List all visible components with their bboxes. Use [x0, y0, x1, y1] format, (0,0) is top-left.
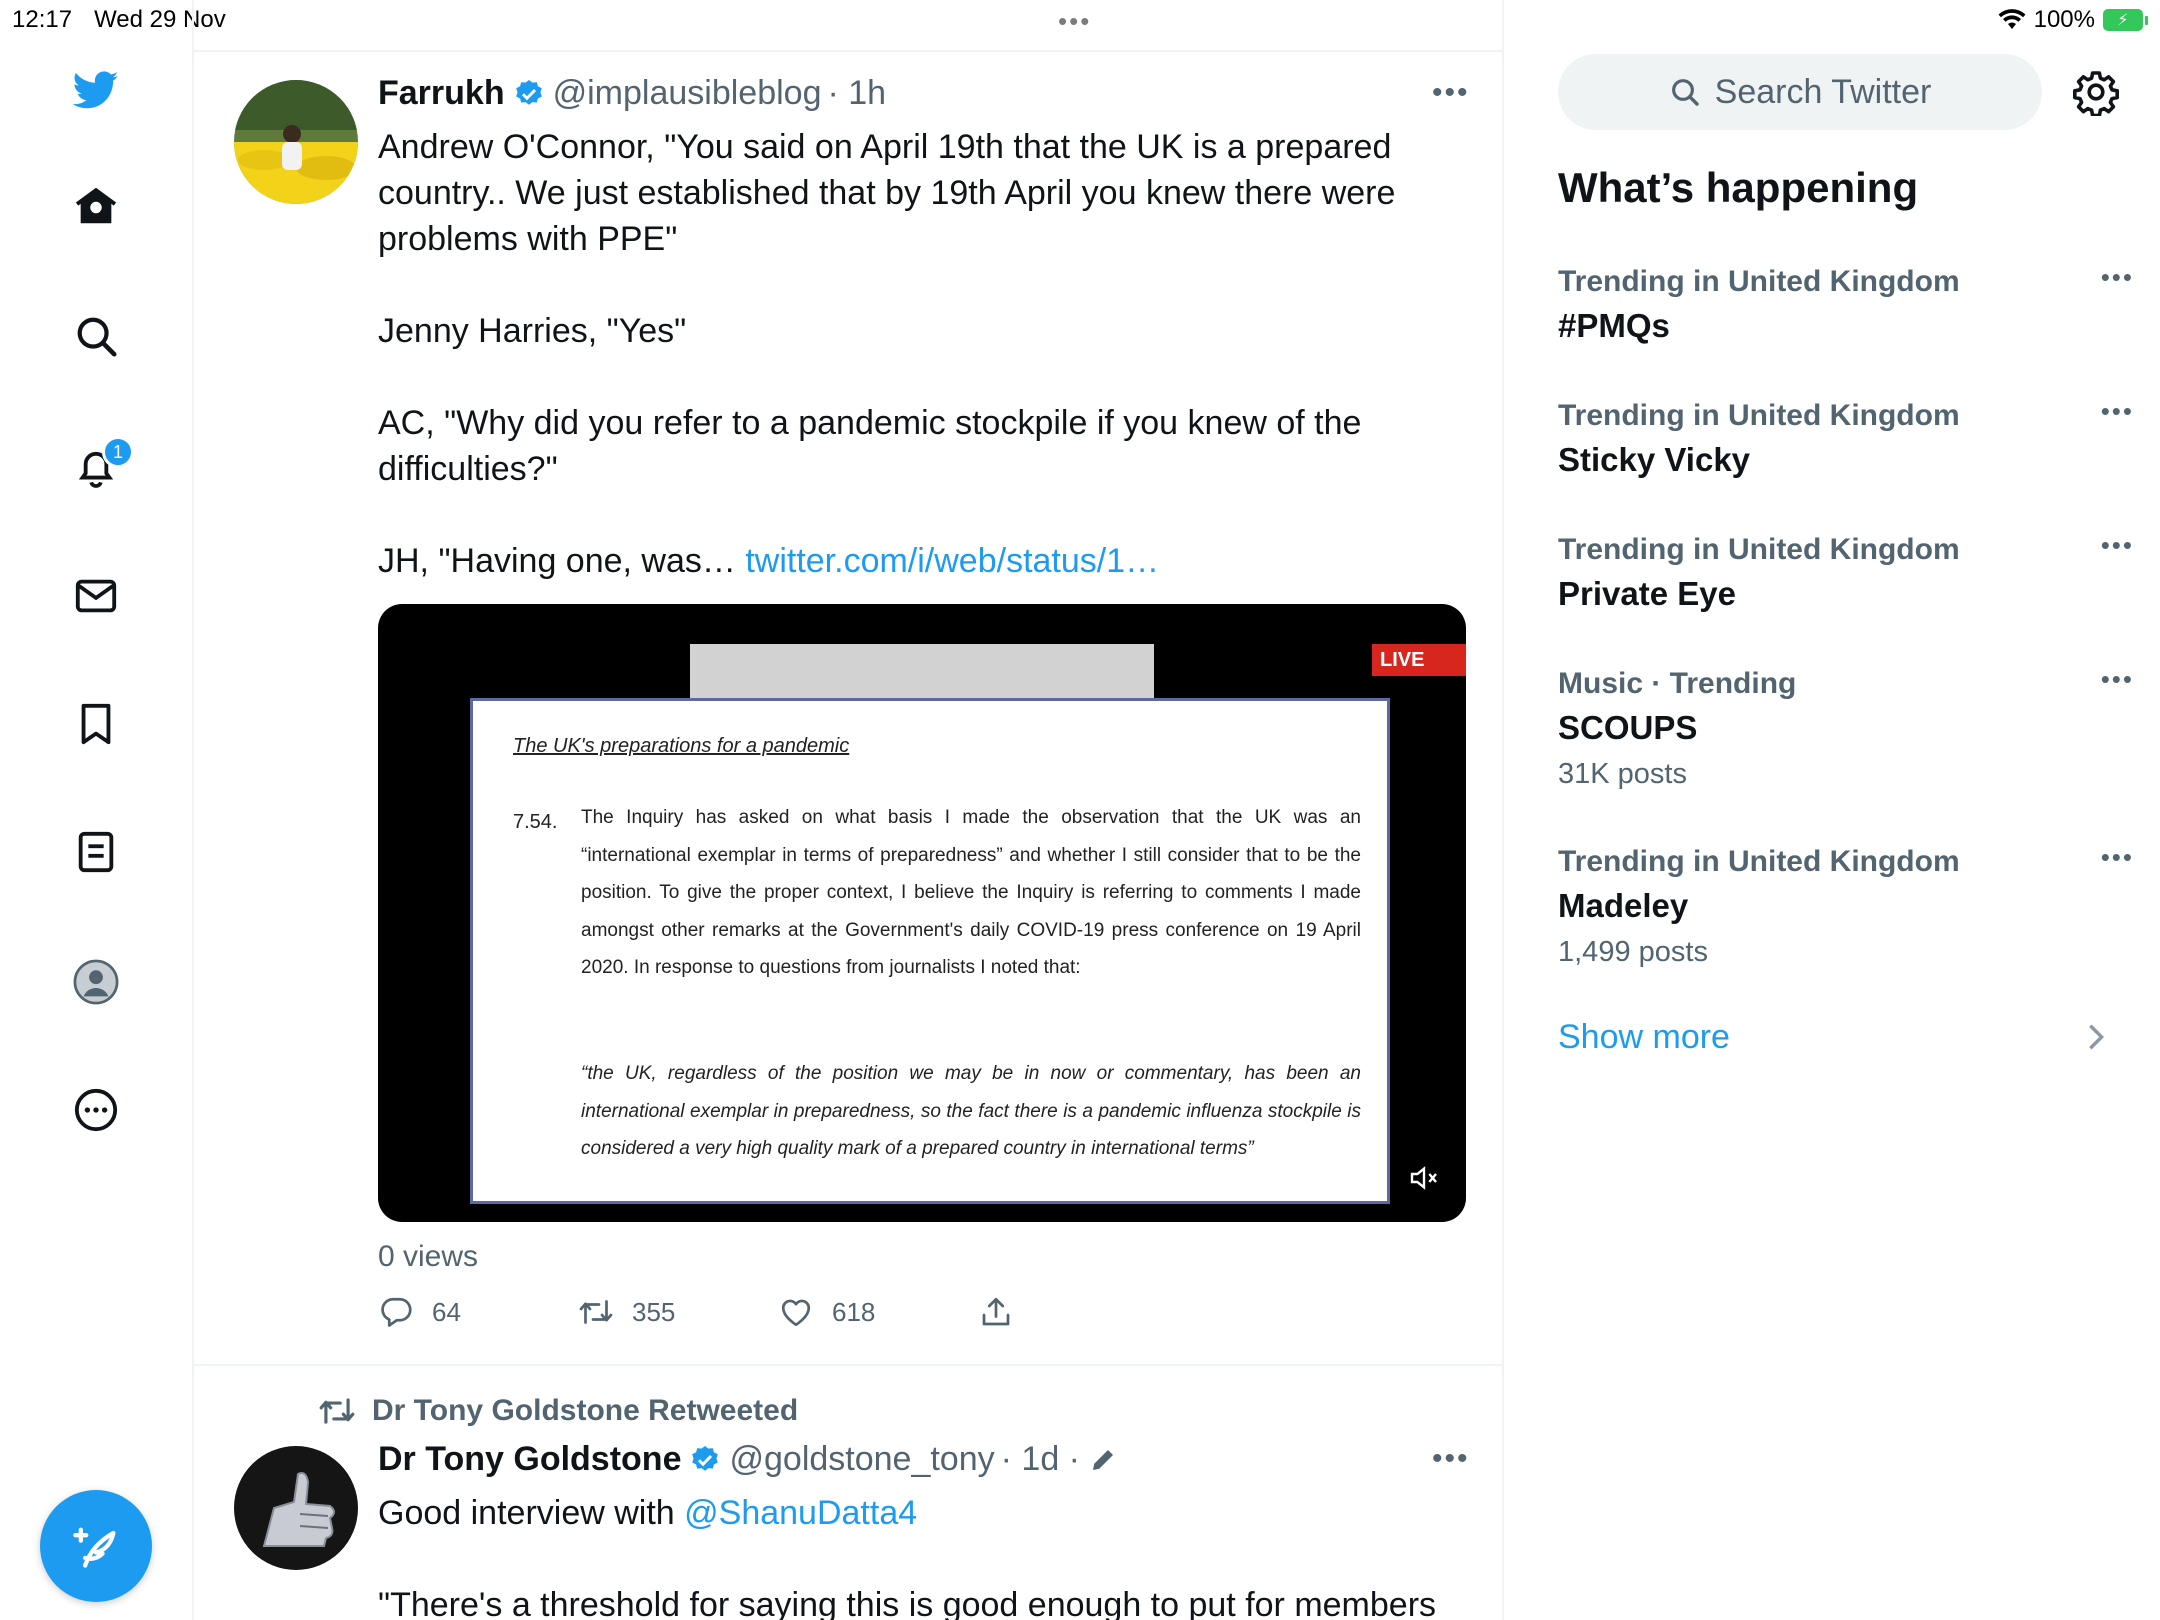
lists-icon[interactable] [66, 822, 126, 882]
trend-post-count: 31K posts [1558, 758, 1687, 790]
verified-badge-icon [515, 79, 542, 105]
explore-search-icon[interactable] [66, 306, 126, 366]
chevron-right-icon[interactable] [2084, 1022, 2108, 1052]
bookmark-icon[interactable] [66, 694, 126, 754]
trend-context: Trending in United Kingdom [1558, 845, 1960, 878]
compose-tweet-button[interactable] [40, 1490, 152, 1602]
tweet-timestamp[interactable]: · 1d · [1001, 1440, 1080, 1479]
document-heading: The UK's preparations for a pandemic [513, 735, 850, 757]
author-handle[interactable]: @implausibleblog [553, 74, 822, 113]
notification-count-badge: 1 [102, 436, 134, 468]
verified-badge-icon [692, 1445, 719, 1471]
battery-icon: ⚡ [2103, 9, 2148, 31]
trend-context: Trending in United Kingdom [1558, 533, 1960, 566]
notifications-bell-icon[interactable]: 1 [66, 436, 134, 498]
profile-avatar-icon[interactable] [66, 952, 126, 1012]
battery-percent: 100% [2033, 6, 2095, 33]
search-icon [1671, 79, 1699, 106]
tweet-text-continued: "There's a threshold for saying this is … [378, 1586, 1437, 1620]
trend-name: Private Eye [1558, 575, 1736, 612]
document-paragraph-number: 7.54. [513, 811, 558, 833]
retweeted-by-label: Dr Tony Goldstone Retweeted [372, 1394, 799, 1427]
right-sidebar: Search Twitter What’s happening Trending… [1504, 40, 2160, 1620]
like-button[interactable]: 618 [778, 1294, 875, 1330]
author-avatar[interactable] [234, 1446, 358, 1570]
trend-context: Music · Trending [1558, 667, 1797, 700]
author-name[interactable]: Farrukh [378, 74, 505, 113]
compose-feather-icon [73, 1527, 116, 1568]
home-icon[interactable] [66, 176, 126, 236]
trend-name: Madeley [1558, 887, 1689, 924]
tweet-divider [194, 1364, 1502, 1366]
trend-item[interactable]: Trending in United Kingdom #PMQs ••• [1558, 262, 2132, 350]
status-time: 12:17 [12, 6, 73, 33]
retweet-icon [579, 1300, 613, 1324]
tweet-link[interactable]: twitter.com/i/web/status/1… [745, 542, 1159, 580]
retweet-count: 355 [632, 1296, 676, 1327]
trend-post-count: 1,499 posts [1558, 936, 1708, 968]
trend-more-icon[interactable]: ••• [2101, 842, 2134, 873]
tweet-more-options-icon[interactable]: ••• [1432, 1442, 1470, 1476]
search-placeholder: Search Twitter [1714, 72, 1932, 111]
tweet-timestamp[interactable]: · 1h [827, 74, 886, 113]
view-count: 0 views [378, 1240, 479, 1273]
wifi-icon [1998, 9, 2026, 29]
document-quote: “the UK, regardless of the position we m… [581, 1063, 1361, 1159]
heart-icon [781, 1299, 811, 1327]
trend-context: Trending in United Kingdom [1558, 265, 1960, 298]
document-tab [690, 644, 1154, 704]
like-count: 618 [832, 1296, 876, 1327]
live-badge: LIVE [1372, 644, 1466, 676]
share-button[interactable] [978, 1294, 1014, 1330]
tweet-more-options-icon[interactable]: ••• [1432, 76, 1470, 110]
author-handle[interactable]: @goldstone_tony [729, 1440, 994, 1479]
trend-name: #PMQs [1558, 307, 1670, 344]
trend-context: Trending in United Kingdom [1558, 399, 1960, 432]
trend-more-icon[interactable]: ••• [2101, 664, 2134, 695]
trend-item[interactable]: Trending in United Kingdom Private Eye •… [1558, 530, 2132, 618]
tweet-header: Farrukh @implausibleblog · 1h [378, 74, 886, 113]
left-nav: 1 [0, 40, 192, 1620]
tweet-body: Andrew O'Connor, "You said on April 19th… [378, 128, 1396, 580]
show-more-link[interactable]: Show more [1558, 1018, 1730, 1057]
mute-icon[interactable] [1408, 1162, 1440, 1194]
settings-gear-icon[interactable] [2072, 68, 2120, 116]
twitter-logo-icon[interactable] [66, 60, 126, 120]
retweet-indicator-icon [319, 1398, 355, 1424]
trend-item[interactable]: Trending in United Kingdom Madeley 1,499… [1558, 842, 2132, 974]
tweet-actions: 64 355 618 [378, 1294, 1078, 1338]
retweet-context[interactable]: Dr Tony Goldstone Retweeted [318, 1392, 798, 1430]
tweet-text: Andrew O'Connor, "You said on April 19th… [378, 124, 1468, 584]
tweet-text: Good interview with @ShanuDatta4 [378, 1490, 1468, 1536]
author-avatar[interactable] [234, 80, 358, 204]
trend-more-icon[interactable]: ••• [2101, 262, 2134, 293]
timeline-top-divider [194, 50, 1502, 52]
tweet-body: Good interview with [378, 1494, 685, 1532]
search-input[interactable]: Search Twitter [1558, 54, 2042, 130]
whats-happening-title: What’s happening [1558, 164, 1919, 211]
trend-more-icon[interactable]: ••• [2101, 530, 2134, 561]
edited-pencil-icon[interactable] [1088, 1445, 1118, 1475]
trend-name: Sticky Vicky [1558, 441, 1751, 478]
reply-icon [381, 1297, 412, 1327]
messages-envelope-icon[interactable] [66, 566, 126, 626]
retweet-button[interactable]: 355 [578, 1294, 675, 1330]
document-paragraph: The Inquiry has asked on what basis I ma… [581, 807, 1361, 978]
tweet-header: Dr Tony Goldstone @goldstone_tony · 1d · [378, 1440, 1118, 1479]
reply-count: 64 [432, 1296, 461, 1327]
trend-item[interactable]: Trending in United Kingdom Sticky Vicky … [1558, 396, 2132, 484]
document-page: The UK's preparations for a pandemic 7.5… [470, 698, 1390, 1204]
trend-name: SCOUPS [1558, 709, 1698, 746]
more-options-icon[interactable] [66, 1080, 126, 1140]
trend-more-icon[interactable]: ••• [2101, 396, 2134, 427]
trend-item[interactable]: Music · Trending SCOUPS 31K posts ••• [1558, 664, 2132, 796]
author-name[interactable]: Dr Tony Goldstone [378, 1440, 681, 1479]
share-icon [982, 1297, 1010, 1326]
tweet-video[interactable]: The UK's preparations for a pandemic 7.5… [378, 604, 1466, 1222]
timeline: Farrukh @implausibleblog · 1h ••• Andrew… [192, 0, 1504, 1620]
mention-link[interactable]: @ShanuDatta4 [684, 1494, 917, 1532]
reply-button[interactable]: 64 [378, 1294, 461, 1330]
